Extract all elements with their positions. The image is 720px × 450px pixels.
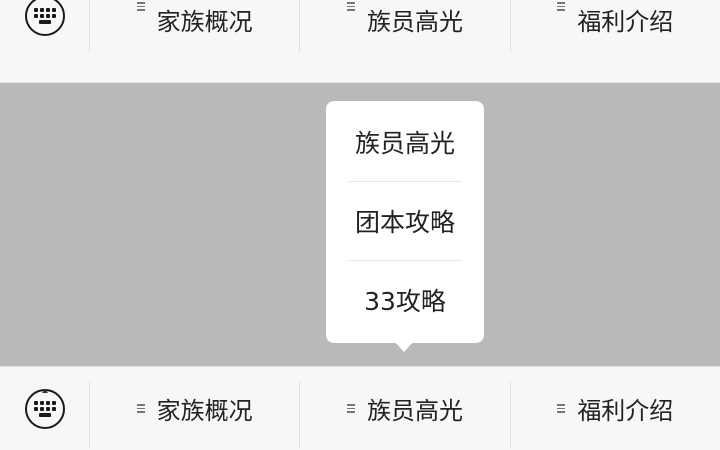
bottom-menu-bar: 家族概况 族员高光 福利介绍	[0, 366, 720, 450]
menu-lines-icon	[346, 404, 355, 413]
keyboard-toggle-button[interactable]	[0, 367, 89, 450]
menu-item-member-highlights[interactable]: 族员高光	[299, 0, 509, 52]
keyboard-toggle-button[interactable]	[0, 0, 89, 82]
menu-item-member-highlights[interactable]: 族员高光	[299, 381, 509, 448]
submenu-item-member-highlights[interactable]: 族员高光	[348, 103, 462, 182]
menu-item-label: 福利介绍	[577, 8, 674, 36]
keyboard-icon	[24, 0, 65, 36]
submenu-item-33-guide[interactable]: 33攻略	[348, 261, 462, 339]
menu-item-label: 族员高光	[366, 397, 463, 425]
keyboard-icon	[24, 388, 65, 429]
menu-item-family-overview[interactable]: 家族概况	[89, 0, 299, 52]
submenu-item-raid-guide[interactable]: 团本攻略	[348, 182, 462, 261]
menu-item-label: 福利介绍	[577, 397, 674, 425]
menu-item-family-overview[interactable]: 家族概况	[89, 381, 299, 448]
caret-up-icon	[41, 389, 48, 393]
menu-item-label: 族员高光	[366, 8, 463, 36]
menu-item-benefits[interactable]: 福利介绍	[509, 381, 720, 448]
popup-pointer	[395, 342, 413, 352]
menu-item-label: 家族概况	[156, 8, 253, 36]
menu-lines-icon	[136, 2, 145, 11]
menu-lines-icon	[557, 2, 566, 11]
top-menu-bar: 家族概况 族员高光 福利介绍	[0, 0, 720, 83]
menu-lines-icon	[346, 2, 355, 11]
menu-item-label: 家族概况	[156, 397, 253, 425]
menu-lines-icon	[136, 404, 145, 413]
submenu-popup: 族员高光 团本攻略 33攻略	[326, 101, 484, 343]
menu-item-benefits[interactable]: 福利介绍	[509, 0, 720, 52]
menu-lines-icon	[557, 404, 566, 413]
